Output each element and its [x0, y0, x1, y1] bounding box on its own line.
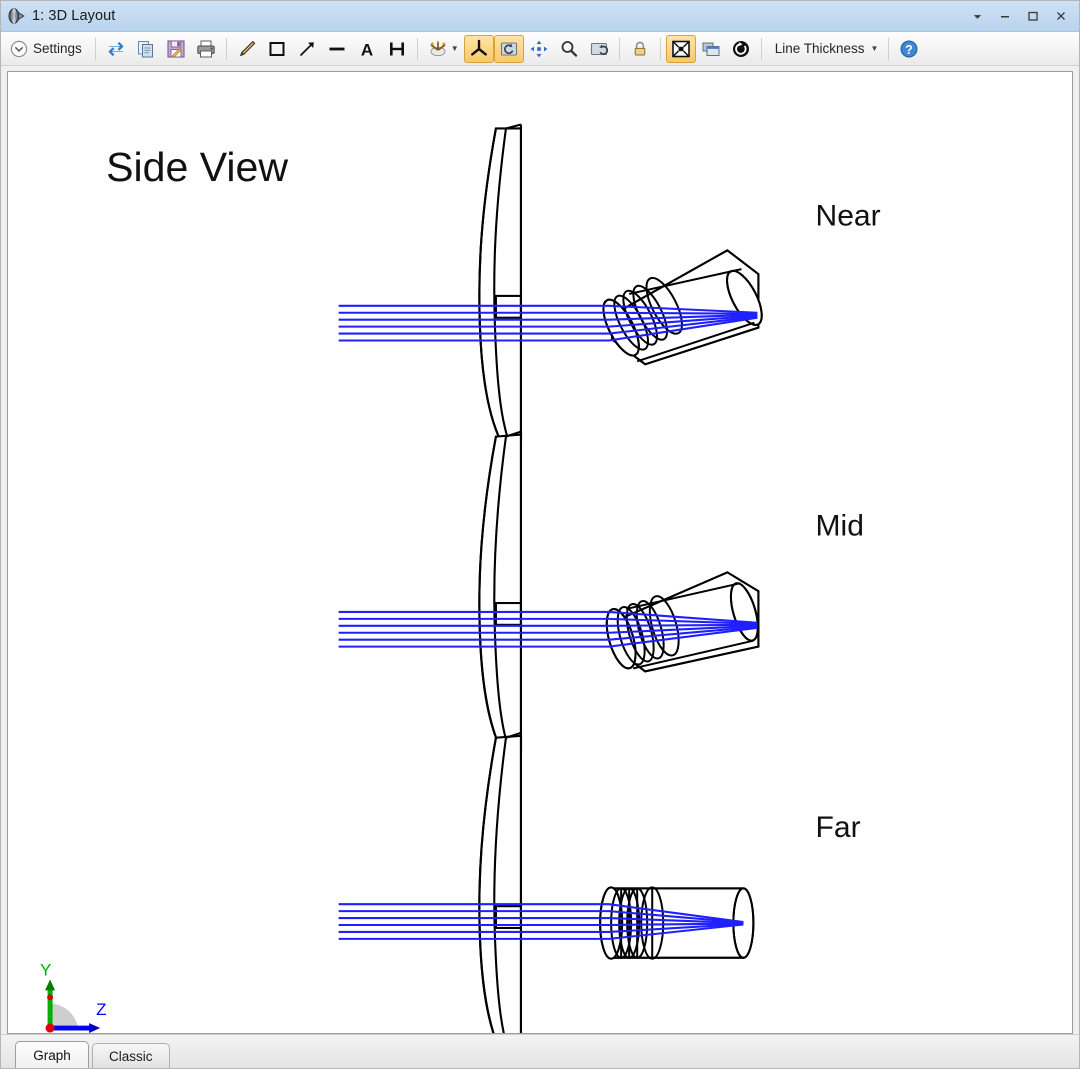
tab-classic[interactable]: Classic [92, 1043, 170, 1068]
fit-to-window-button[interactable] [665, 34, 696, 63]
toolbar-separator [659, 37, 661, 60]
rotate-view-button[interactable] [493, 34, 524, 63]
settings-button[interactable]: Settings [5, 35, 90, 63]
axis-origin-dot [45, 1023, 55, 1033]
lock-icon [629, 38, 651, 60]
close-button[interactable] [1047, 3, 1075, 29]
graph-panel-wrapper: Side View Near Mid Far Y Z [1, 66, 1079, 1034]
line-thickness-label: Line Thickness [774, 41, 865, 56]
save-icon [165, 38, 187, 60]
arrow-annotation-icon [296, 38, 318, 60]
toolbar-separator [94, 37, 96, 60]
toolbar-separator [618, 37, 620, 60]
dimension-annotation-button[interactable] [382, 35, 412, 63]
line-annotation-icon [326, 38, 348, 60]
axis-orientation-icon [468, 38, 490, 60]
axis-y-label: Y [40, 961, 51, 980]
settings-label: Settings [33, 41, 82, 56]
copy-icon [135, 38, 157, 60]
line-thickness-dropdown[interactable]: Line Thickness ▼ [767, 35, 884, 63]
animate-button[interactable] [726, 35, 756, 63]
svg-text:?: ? [906, 43, 914, 57]
zoom-button[interactable] [554, 35, 584, 63]
tab-graph-label: Graph [33, 1047, 71, 1063]
dropdown-arrow-button[interactable] [963, 3, 991, 29]
rotate-view-icon [498, 38, 520, 60]
3d-layout-window: 1: 3D Layout Settings A ▼ Line Thickness… [0, 0, 1080, 1069]
refresh-icon [105, 38, 127, 60]
toolbar-separator [416, 37, 418, 60]
pan-button[interactable] [524, 35, 554, 63]
perspective-icon [427, 38, 449, 60]
toolbar-separator [225, 37, 227, 60]
rectangle-annotation-button[interactable] [262, 35, 292, 63]
config-label-near: Near [816, 200, 881, 233]
dimension-annotation-icon [386, 38, 408, 60]
window-controls [963, 1, 1075, 31]
print-icon [195, 38, 217, 60]
minimize-button[interactable] [991, 3, 1019, 29]
help-icon: ? [898, 38, 920, 60]
chevron-down-icon[interactable]: ▼ [871, 44, 879, 53]
config-label-far: Far [816, 811, 861, 844]
axis-y-tick-dot [47, 994, 54, 1001]
reset-view-button[interactable] [584, 35, 614, 63]
line-annotation-button[interactable] [322, 35, 352, 63]
graph-panel[interactable]: Side View Near Mid Far Y Z [7, 71, 1073, 1034]
print-button[interactable] [191, 35, 221, 63]
toolbar: Settings A ▼ Line Thickness ▼ ? [1, 32, 1079, 66]
lock-button[interactable] [625, 35, 655, 63]
copy-button[interactable] [131, 35, 161, 63]
fit-to-window-icon [670, 38, 692, 60]
tab-strip: Graph Classic [1, 1034, 1079, 1068]
zoom-icon [558, 38, 580, 60]
layout-drawing: Side View Near Mid Far Y Z [8, 72, 1072, 1033]
settings-expander-icon [9, 39, 29, 59]
3d-layout-icon [6, 6, 26, 26]
reset-view-icon [588, 38, 610, 60]
arrow-annotation-button[interactable] [292, 35, 322, 63]
pencil-annotation-button[interactable] [232, 35, 262, 63]
help-button[interactable]: ? [894, 35, 924, 63]
title-bar: 1: 3D Layout [1, 1, 1079, 32]
text-annotation-button[interactable]: A [352, 35, 382, 63]
animate-icon [730, 38, 752, 60]
tab-classic-label: Classic [109, 1048, 153, 1064]
pan-icon [528, 38, 550, 60]
text-annotation-icon: A [356, 38, 378, 60]
drawing-background [8, 72, 1072, 1033]
axis-orientation-button[interactable] [463, 34, 494, 63]
config-label-mid: Mid [816, 510, 864, 543]
view-title: Side View [106, 144, 288, 190]
pencil-annotation-icon [236, 38, 258, 60]
window-arrange-icon [700, 38, 722, 60]
perspective-button[interactable]: ▼ [423, 35, 464, 63]
toolbar-separator [760, 37, 762, 60]
toolbar-separator [888, 37, 890, 60]
tab-graph[interactable]: Graph [15, 1041, 89, 1068]
maximize-button[interactable] [1019, 3, 1047, 29]
refresh-button[interactable] [101, 35, 131, 63]
save-button[interactable] [161, 35, 191, 63]
window-title: 1: 3D Layout [32, 8, 116, 24]
axis-z-label: Z [96, 1000, 106, 1019]
window-arrange-button[interactable] [696, 35, 726, 63]
rectangle-annotation-icon [266, 38, 288, 60]
svg-text:A: A [361, 40, 373, 59]
chevron-down-icon[interactable]: ▼ [451, 44, 459, 53]
